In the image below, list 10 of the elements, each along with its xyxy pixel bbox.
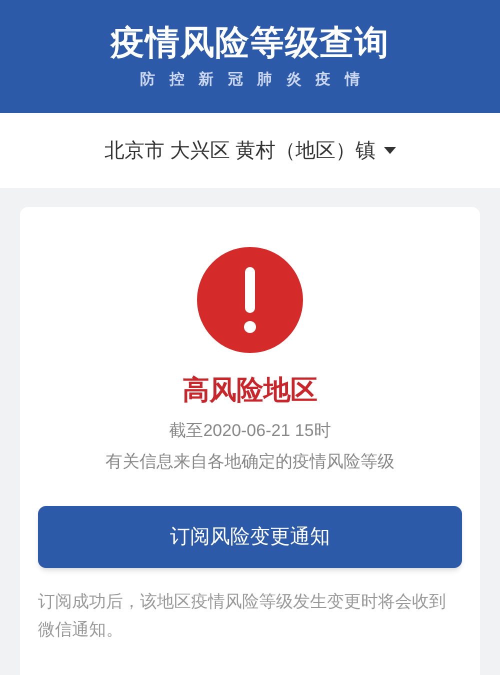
- page-subtitle: 防控新冠肺炎疫情: [139, 72, 374, 87]
- risk-level: 高风险地区: [182, 377, 318, 404]
- location-dropdown[interactable]: 北京市 大兴区 黄村（地区）镇: [0, 113, 500, 188]
- alert-icon: [197, 247, 303, 353]
- source-note: 有关信息来自各地确定的疫情风险等级: [106, 453, 394, 470]
- page-title: 疫情风险等级查询: [110, 26, 390, 60]
- caret-icon: [384, 146, 396, 154]
- update-time: 截至2020-06-21 15时: [169, 422, 331, 439]
- subscribe-button[interactable]: 订阅风险变更通知: [38, 506, 462, 568]
- subscribe-note: 订阅成功后，该地区疫情风险等级发生变更时将会收到微信通知。: [38, 591, 447, 641]
